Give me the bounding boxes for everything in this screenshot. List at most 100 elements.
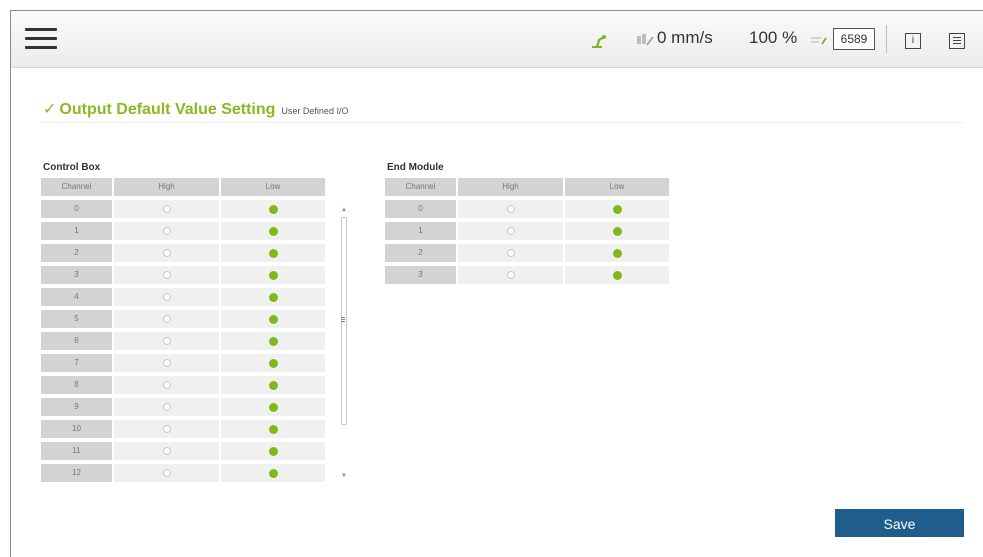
log-icon[interactable]: [949, 33, 965, 49]
table-row: 1: [41, 222, 327, 240]
app-window: 0 mm/s 100 % 6589 i ✓ Output Default Val…: [10, 10, 983, 557]
radio-cell-high[interactable]: [114, 332, 219, 350]
scroll-down-icon[interactable]: ▼: [341, 473, 347, 479]
radio-cell-high[interactable]: [458, 222, 563, 240]
radio-cell-high[interactable]: [114, 200, 219, 218]
radio-cell-high[interactable]: [114, 266, 219, 284]
channel-cell: 0: [385, 200, 456, 218]
save-button[interactable]: Save: [835, 509, 964, 537]
radio-high-icon[interactable]: [162, 425, 171, 433]
radio-cell-high[interactable]: [458, 266, 563, 284]
radio-cell-high[interactable]: [114, 288, 219, 306]
table-row: 2: [385, 244, 671, 262]
radio-high-icon[interactable]: [162, 205, 171, 213]
radio-high-icon[interactable]: [506, 271, 515, 279]
radio-low-icon[interactable]: [268, 314, 278, 324]
control-box-scrollbar[interactable]: ▲ ▼: [338, 207, 348, 479]
radio-low-icon[interactable]: [268, 248, 278, 258]
table-row: 4: [41, 288, 327, 306]
radio-low-icon[interactable]: [612, 204, 622, 214]
radio-high-icon[interactable]: [162, 469, 171, 477]
speed-percent: 100 %: [749, 28, 798, 47]
radio-cell-low[interactable]: [565, 200, 669, 218]
radio-high-icon[interactable]: [162, 403, 171, 411]
radio-cell-low[interactable]: [565, 266, 669, 284]
radio-cell-high[interactable]: [114, 398, 219, 416]
radio-low-icon[interactable]: [268, 358, 278, 368]
table-row: 3: [41, 266, 327, 284]
radio-low-icon[interactable]: [612, 226, 622, 236]
radio-low-icon[interactable]: [268, 468, 278, 478]
radio-cell-low[interactable]: [221, 244, 325, 262]
radio-high-icon[interactable]: [506, 227, 515, 235]
radio-low-icon[interactable]: [268, 204, 278, 214]
radio-cell-high[interactable]: [114, 420, 219, 438]
radio-cell-low[interactable]: [221, 266, 325, 284]
radio-low-icon[interactable]: [268, 226, 278, 236]
radio-cell-low[interactable]: [221, 398, 325, 416]
speed-readout: 0 mm/s: [657, 28, 713, 47]
end-module-label: End Module: [387, 162, 444, 173]
check-icon: ✓: [43, 101, 57, 118]
scroll-grip-icon[interactable]: [341, 317, 345, 323]
header-high: High: [114, 178, 219, 196]
radio-high-icon[interactable]: [162, 293, 171, 301]
radio-cell-low[interactable]: [565, 244, 669, 262]
project-id-box: 6589: [833, 28, 875, 50]
radio-high-icon[interactable]: [162, 271, 171, 279]
table-row: 12: [41, 464, 327, 482]
radio-cell-high[interactable]: [114, 354, 219, 372]
radio-cell-low[interactable]: [221, 310, 325, 328]
radio-low-icon[interactable]: [268, 402, 278, 412]
radio-cell-low[interactable]: [221, 332, 325, 350]
header-channel: Channel: [385, 178, 456, 196]
table-row: 7: [41, 354, 327, 372]
radio-high-icon[interactable]: [162, 227, 171, 235]
info-icon[interactable]: i: [905, 33, 921, 49]
table-row: 2: [41, 244, 327, 262]
radio-high-icon[interactable]: [162, 337, 171, 345]
header-high: High: [458, 178, 563, 196]
radio-cell-high[interactable]: [114, 244, 219, 262]
radio-low-icon[interactable]: [268, 292, 278, 302]
channel-cell: 10: [41, 420, 112, 438]
radio-high-icon[interactable]: [162, 447, 171, 455]
radio-cell-low[interactable]: [221, 200, 325, 218]
radio-cell-high[interactable]: [114, 376, 219, 394]
radio-cell-low[interactable]: [221, 376, 325, 394]
radio-cell-high[interactable]: [114, 310, 219, 328]
radio-high-icon[interactable]: [162, 315, 171, 323]
radio-cell-high[interactable]: [458, 200, 563, 218]
radio-cell-high[interactable]: [114, 464, 219, 482]
radio-high-icon[interactable]: [162, 381, 171, 389]
radio-cell-low[interactable]: [221, 442, 325, 460]
scroll-up-icon[interactable]: ▲: [341, 207, 347, 213]
radio-cell-low[interactable]: [565, 222, 669, 240]
radio-low-icon[interactable]: [268, 270, 278, 280]
divider: [886, 25, 887, 53]
radio-cell-low[interactable]: [221, 354, 325, 372]
radio-cell-low[interactable]: [221, 464, 325, 482]
radio-high-icon[interactable]: [162, 249, 171, 257]
radio-cell-high[interactable]: [114, 442, 219, 460]
channel-cell: 6: [41, 332, 112, 350]
channel-cell: 4: [41, 288, 112, 306]
radio-cell-high[interactable]: [458, 244, 563, 262]
radio-cell-high[interactable]: [114, 222, 219, 240]
speed-icon: [637, 34, 654, 46]
radio-low-icon[interactable]: [268, 446, 278, 456]
radio-low-icon[interactable]: [268, 380, 278, 390]
radio-low-icon[interactable]: [612, 270, 622, 280]
radio-cell-low[interactable]: [221, 288, 325, 306]
menu-icon[interactable]: [25, 27, 57, 51]
radio-high-icon[interactable]: [506, 249, 515, 257]
radio-low-icon[interactable]: [268, 424, 278, 434]
radio-high-icon[interactable]: [162, 359, 171, 367]
radio-high-icon[interactable]: [506, 205, 515, 213]
radio-cell-low[interactable]: [221, 420, 325, 438]
channel-cell: 3: [41, 266, 112, 284]
radio-cell-low[interactable]: [221, 222, 325, 240]
radio-low-icon[interactable]: [268, 336, 278, 346]
radio-low-icon[interactable]: [612, 248, 622, 258]
header-low: Low: [565, 178, 669, 196]
